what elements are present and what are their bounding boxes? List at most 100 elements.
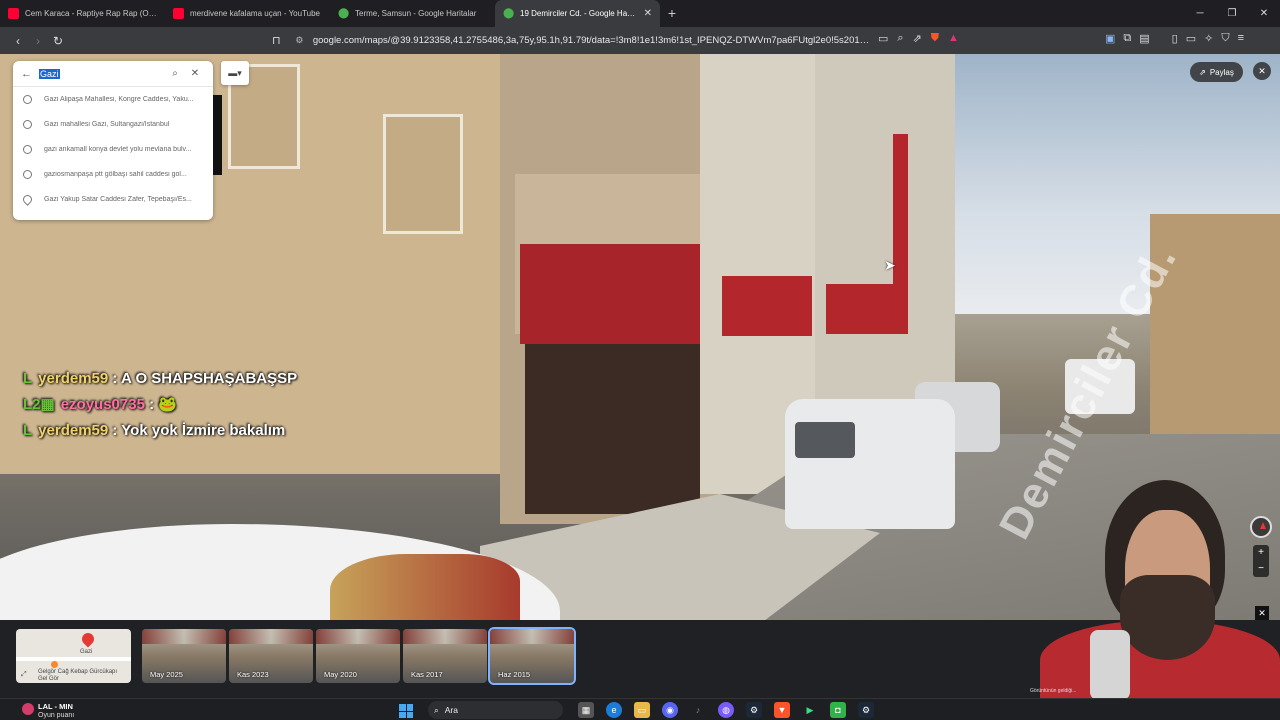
minimize-icon[interactable]: ─ bbox=[1184, 0, 1216, 27]
timeline-thumb[interactable]: May 2020 bbox=[316, 629, 400, 683]
thumb-image bbox=[316, 629, 400, 644]
chat-message: Lyerdem59 : Yok yok İzmire bakalım bbox=[23, 418, 303, 444]
site-info-icon[interactable]: ⚙ bbox=[295, 35, 306, 46]
suggestion-item[interactable]: gaziosmanpaşa ptt gölbaşı sahil caddesi … bbox=[13, 162, 213, 187]
share-icon[interactable]: ⇗ bbox=[913, 32, 922, 45]
vertical-sign bbox=[893, 134, 908, 334]
suggestion-item[interactable]: Gazi Alipaşa Mahallesi, Kongre Caddesi, … bbox=[13, 87, 213, 112]
back-arrow-icon[interactable]: ← bbox=[21, 68, 39, 80]
reload-icon[interactable]: ↻ bbox=[48, 34, 68, 48]
screen-cast-icon[interactable]: ▭ bbox=[878, 32, 888, 45]
chat-message: L2▦ ezoyus0735 : 🐸 bbox=[23, 392, 303, 418]
thumb-image bbox=[403, 629, 487, 644]
suggestion-item[interactable]: Gazi mahallesi Gazi, Sultangazi/İstanbul bbox=[13, 112, 213, 137]
chat-username: yerdem59 bbox=[38, 370, 109, 387]
tab-title: 19 Demirciler Cd. - Google Harita bbox=[520, 9, 638, 18]
youtube-icon bbox=[173, 8, 184, 19]
wallet-icon[interactable]: ▭ bbox=[1186, 32, 1196, 45]
tab-close-icon[interactable]: ✕ bbox=[644, 8, 652, 19]
timeline-thumb[interactable]: Kas 2017 bbox=[403, 629, 487, 683]
taskbar-apps: ▦ e ▭ ◉ ♪ ◍ ⚙ ▼ ▶ ◘ ⚙ bbox=[578, 702, 874, 718]
edge-icon[interactable]: e bbox=[606, 702, 622, 718]
shop-sign bbox=[520, 244, 710, 344]
shop-sign bbox=[722, 276, 812, 336]
bookmark-icon[interactable]: ⊓ bbox=[272, 34, 285, 47]
share-button[interactable]: ⇗ Paylaş bbox=[1190, 62, 1243, 82]
zoom-icon[interactable]: ⌕ bbox=[897, 32, 903, 45]
browser-tab-3[interactable]: ⬤ Terme, Samsun - Google Haritalar bbox=[330, 0, 495, 27]
taskbar-search[interactable]: ⌕ Ara bbox=[428, 701, 563, 719]
chat-message: Lyerdem59 : A O SHAPSHAŞABAŞSP bbox=[23, 366, 303, 392]
collapse-panel-handle[interactable] bbox=[213, 95, 222, 175]
suggestion-text: gaziosmanpaşa ptt gölbaşı sahil caddesi … bbox=[44, 171, 187, 178]
translate-icon[interactable]: ▣ bbox=[1105, 32, 1115, 45]
brave-rewards-icon[interactable]: ▲ bbox=[948, 32, 959, 45]
timeline-thumb[interactable]: Kas 2023 bbox=[229, 629, 313, 683]
brave-icon[interactable]: ▼ bbox=[774, 702, 790, 718]
green-app-icon[interactable]: ◘ bbox=[830, 702, 846, 718]
thumb-date: May 2020 bbox=[324, 670, 357, 679]
forward-icon[interactable]: › bbox=[28, 34, 48, 48]
brave-shield-icon[interactable]: ⛊ bbox=[931, 32, 939, 45]
file-explorer-icon[interactable]: ▭ bbox=[634, 702, 650, 718]
discord-icon[interactable]: ◉ bbox=[662, 702, 678, 718]
history-icon bbox=[23, 95, 32, 104]
chat-text: : Yok yok İzmire bakalım bbox=[108, 422, 286, 439]
map-place-label: Gazi bbox=[80, 649, 93, 655]
shop-window bbox=[525, 344, 700, 514]
thumb-image bbox=[490, 629, 574, 644]
browser-tab-strip: Cem Karaca - Raptiye Rap Rap (Offici mer… bbox=[0, 0, 1280, 27]
search-icon[interactable]: ⌕ bbox=[165, 68, 185, 79]
tab-search-icon[interactable]: ▤ bbox=[1139, 32, 1149, 45]
share-icon: ⇗ bbox=[1199, 67, 1206, 77]
badge-icon: L bbox=[23, 370, 33, 387]
suggestion-item[interactable]: Gazi Yakup Satar Caddesi Zafer, Tepebaşı… bbox=[13, 187, 213, 212]
suggestion-text: Gazi Yakup Satar Caddesi Zafer, Tepebaşı… bbox=[44, 196, 192, 203]
new-tab-button[interactable]: + bbox=[660, 0, 684, 27]
pin-icon bbox=[21, 193, 34, 206]
extensions-icon[interactable]: ⧉ bbox=[1123, 32, 1131, 45]
audio-icon[interactable]: ♪ bbox=[690, 702, 706, 718]
close-street-view-button[interactable]: ✕ bbox=[1253, 62, 1271, 80]
taskbar-widget[interactable]: LAL - MIN Oyun puanı bbox=[22, 700, 132, 720]
browser-tab-4[interactable]: ⬤ 19 Demirciler Cd. - Google Harita ✕ bbox=[495, 0, 660, 27]
play-icon[interactable]: ▶ bbox=[802, 702, 818, 718]
leo-icon[interactable]: ✧ bbox=[1204, 32, 1213, 45]
chat-app-icon[interactable]: ◍ bbox=[718, 702, 734, 718]
steam-icon[interactable]: ⚙ bbox=[858, 702, 874, 718]
layers-button[interactable]: ▬▾ bbox=[221, 61, 249, 85]
chat-text: : 🐸 bbox=[144, 396, 177, 413]
expand-map-icon[interactable]: ⤢ bbox=[21, 671, 27, 679]
screen: Cem Karaca - Raptiye Rap Rap (Offici mer… bbox=[0, 0, 1280, 720]
browser-toolbar: ‹ › ↻ ⊓ ⚙ google.com/maps/@39.9123358,41… bbox=[0, 27, 1280, 54]
close-icon[interactable]: ✕ bbox=[185, 68, 205, 79]
history-icon bbox=[23, 120, 32, 129]
van-window bbox=[795, 422, 855, 458]
close-window-icon[interactable]: ✕ bbox=[1248, 0, 1280, 27]
task-view-icon[interactable]: ▦ bbox=[578, 702, 594, 718]
menu-icon[interactable]: ≡ bbox=[1238, 32, 1244, 45]
search-input[interactable]: Gazi bbox=[39, 68, 165, 79]
search-bar: ← Gazi ⌕ ✕ bbox=[13, 61, 213, 87]
thumb-date: May 2025 bbox=[150, 670, 183, 679]
vpn-icon[interactable]: ⛉ bbox=[1221, 32, 1229, 45]
suggestion-item[interactable]: gazi ankamall konya devlet yolu mevlana … bbox=[13, 137, 213, 162]
history-icon bbox=[23, 170, 32, 179]
windows-start-icon[interactable] bbox=[399, 704, 413, 718]
mini-map[interactable]: Gazi Gelgör Cağ Kebap Gürcükapı Gel Gör … bbox=[16, 629, 131, 683]
taskbar-search-label: Ara bbox=[444, 705, 458, 715]
restaurant-icon bbox=[51, 661, 58, 668]
mouse-cursor-icon: ➤ bbox=[884, 257, 896, 273]
window-controls: ─ ❐ ✕ bbox=[1184, 0, 1280, 27]
back-icon[interactable]: ‹ bbox=[8, 34, 28, 48]
suggestion-text: Gazi Alipaşa Mahallesi, Kongre Caddesi, … bbox=[44, 96, 194, 103]
sidebar-icon[interactable]: ▯ bbox=[1172, 32, 1178, 45]
address-bar[interactable]: ⊓ ⚙ google.com/maps/@39.9123358,41.27554… bbox=[272, 30, 872, 51]
steam-icon[interactable]: ⚙ bbox=[746, 702, 762, 718]
browser-tab-1[interactable]: Cem Karaca - Raptiye Rap Rap (Offici bbox=[0, 0, 165, 27]
timeline-thumb[interactable]: May 2025 bbox=[142, 629, 226, 683]
maximize-icon[interactable]: ❐ bbox=[1216, 0, 1248, 27]
cam-caption: Görüntünün geldiği... bbox=[1030, 688, 1077, 694]
browser-tab-2[interactable]: merdivene kafalama uçan - YouTube bbox=[165, 0, 330, 27]
timeline-thumb-selected[interactable]: Haz 2015 bbox=[488, 627, 576, 685]
